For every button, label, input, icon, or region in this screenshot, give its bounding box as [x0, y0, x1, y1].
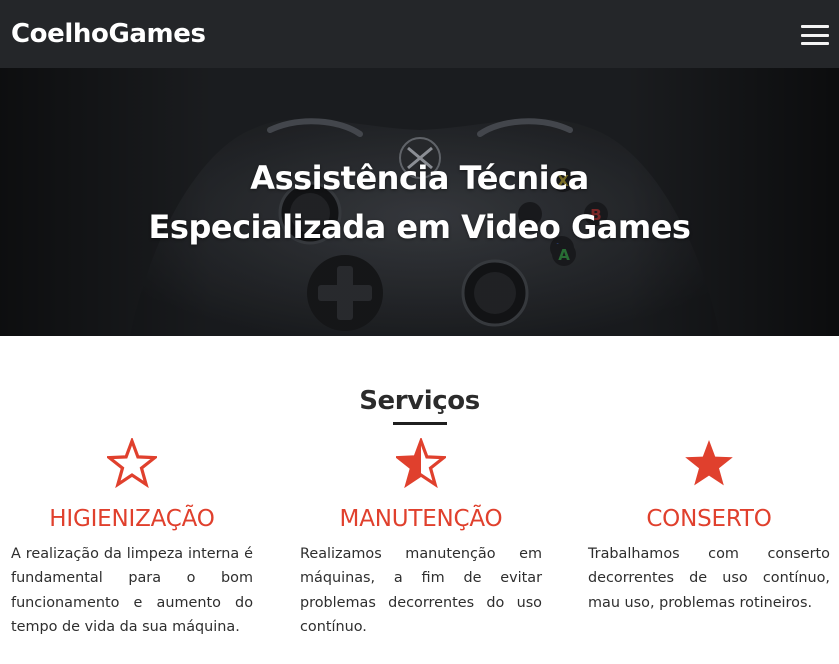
- hero-title-line-1: Assistência Técnica: [250, 159, 589, 197]
- hamburger-line: [801, 42, 829, 45]
- star-filled-icon: [685, 440, 733, 486]
- navbar: CoelhoGames: [0, 0, 839, 68]
- service-title: CONSERTO: [646, 506, 772, 532]
- service-description: A realização da limpeza interna é fundam…: [11, 546, 253, 636]
- hamburger-icon[interactable]: [801, 25, 829, 45]
- service-title: MANUTENÇÃO: [339, 506, 503, 532]
- service-card-manutencao: MANUTENÇÃO Realizamos manutenção em máqu…: [300, 438, 542, 640]
- service-title: HIGIENIZAÇÃO: [49, 506, 215, 532]
- brand-logo-link[interactable]: CoelhoGames: [11, 19, 206, 49]
- hero-banner: Y B X A Assistência Técnica Especializad…: [0, 68, 839, 336]
- service-card-higienizacao: HIGIENIZAÇÃO A realização da limpeza int…: [11, 438, 253, 640]
- service-description: Trabalhamos com conserto decorrentes de …: [588, 546, 830, 611]
- service-card-conserto: CONSERTO Trabalhamos com conserto decorr…: [588, 438, 830, 615]
- hero-title: Assistência Técnica Especializada em Vid…: [0, 154, 839, 252]
- service-description: Realizamos manutenção em máquinas, a fim…: [300, 546, 542, 636]
- hero-title-line-2: Especializada em Video Games: [148, 208, 691, 246]
- hamburger-line: [801, 33, 829, 37]
- star-outline-icon: [107, 438, 157, 488]
- hamburger-line: [801, 25, 829, 28]
- services-heading-underline: [393, 422, 447, 425]
- star-half-icon: [396, 438, 446, 488]
- services-heading: Serviços: [359, 386, 480, 416]
